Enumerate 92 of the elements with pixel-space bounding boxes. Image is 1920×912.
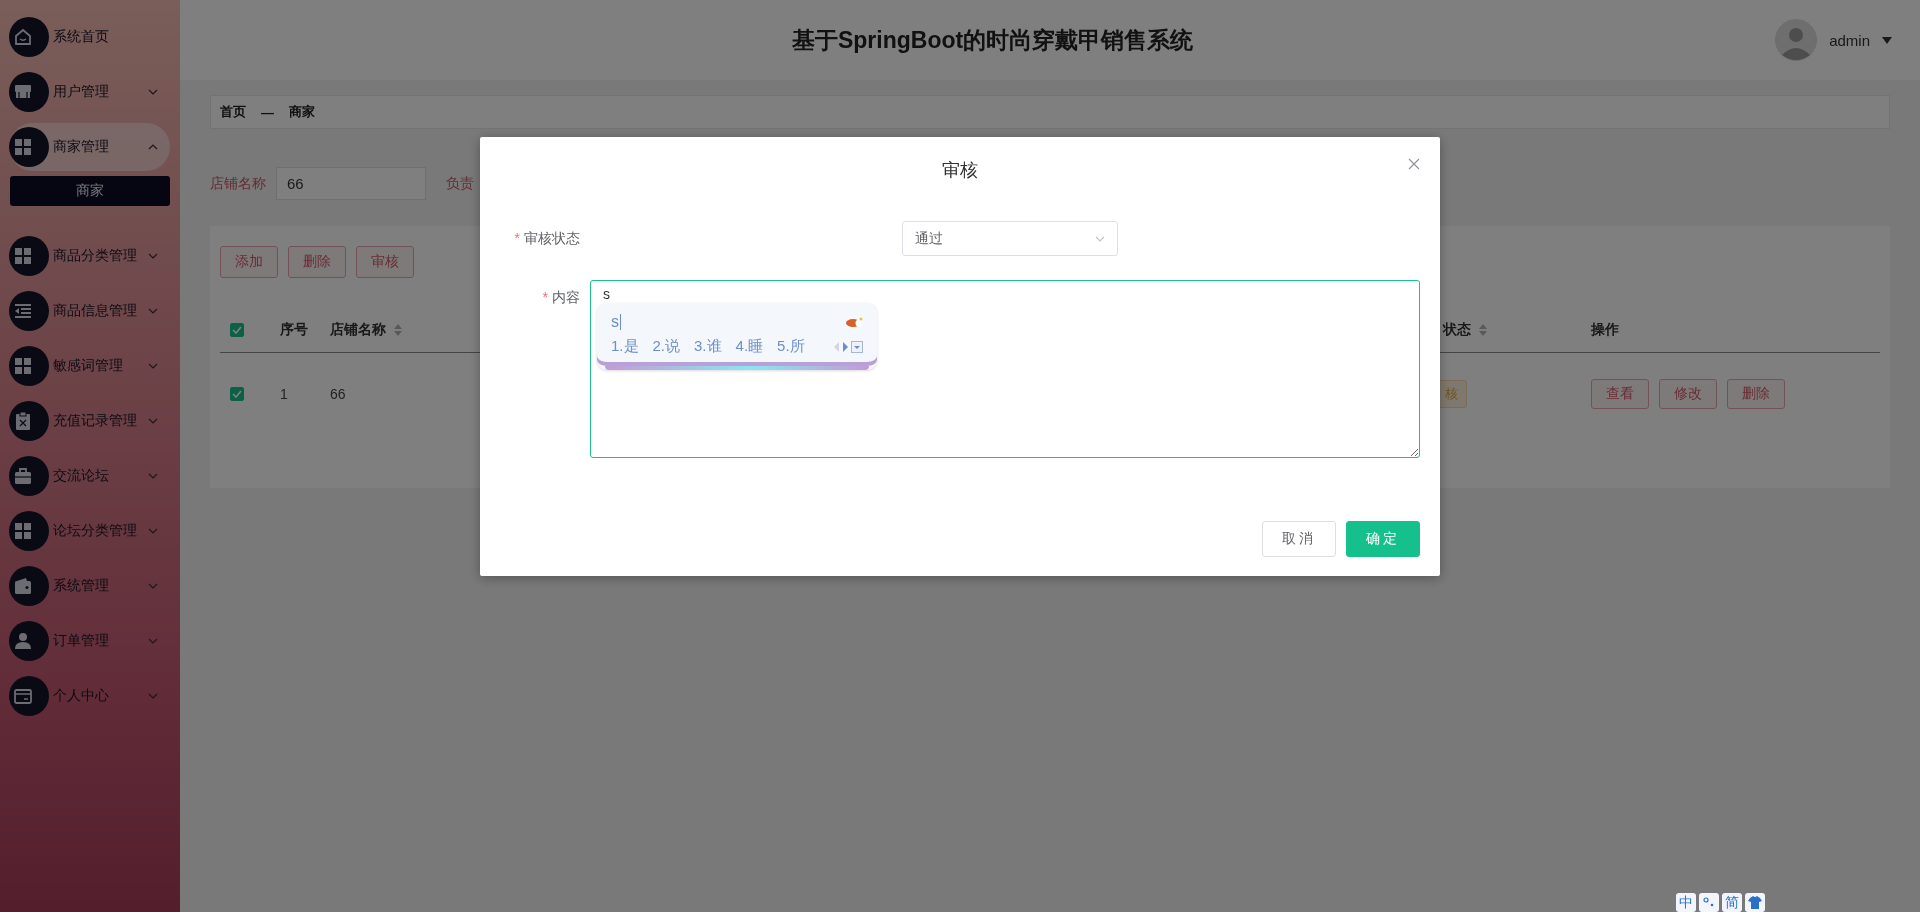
field-label: 审核状态 [524, 230, 580, 246]
menu-label: 系统首页 [53, 28, 110, 46]
required-mark: * [514, 230, 520, 246]
sidebar-item[interactable]: 订单管理 [9, 617, 170, 665]
chevron-down-icon [148, 253, 158, 259]
column-header[interactable]: 状态 [1443, 321, 1471, 339]
checkbox[interactable] [230, 387, 244, 401]
chevron-up-icon [148, 144, 158, 150]
sidebar-item[interactable]: 商品分类管理 [9, 232, 170, 280]
chevron-down-icon [148, 693, 158, 699]
grid-icon [12, 136, 34, 158]
field-label: 店铺名称 [210, 174, 266, 193]
wallet-icon [12, 575, 34, 597]
ime-composition: s [611, 314, 621, 330]
ime-candidate[interactable]: 5.所 [777, 337, 805, 356]
action-button[interactable]: 查看 [1591, 379, 1649, 409]
menu-label: 敏感词管理 [53, 357, 124, 375]
menu-label: 用户管理 [53, 83, 110, 101]
menu-label: 订单管理 [53, 632, 110, 650]
user-icon [12, 630, 34, 652]
avatar-icon [1775, 19, 1818, 61]
column-header[interactable]: 店铺名称 [330, 321, 386, 339]
ime-candidate[interactable]: 1.是 [611, 337, 639, 356]
breadcrumb-item[interactable]: 首页 [220, 103, 246, 121]
ime-candidate[interactable]: 2.说 [652, 337, 681, 356]
menu-label: 论坛分类管理 [53, 522, 138, 540]
menu-label: 商家管理 [53, 138, 110, 156]
confirm-button[interactable]: 确定 [1346, 521, 1420, 557]
menu-label: 系统管理 [53, 577, 110, 595]
caret-down-icon [1882, 36, 1892, 44]
submenu-item[interactable]: 商家 [10, 176, 170, 206]
sidebar-item[interactable]: 系统管理 [9, 562, 170, 610]
cancel-button[interactable]: 取消 [1262, 521, 1336, 557]
breadcrumb-separator: — [261, 104, 274, 120]
chevron-down-icon [148, 418, 158, 424]
grid-icon [12, 245, 34, 267]
ime-candidate[interactable]: 4.睡 [735, 337, 764, 356]
status-select[interactable]: 通过 [902, 221, 1118, 256]
field-label: 内容 [552, 289, 580, 305]
menu-label: 充值记录管理 [53, 412, 138, 430]
menu-label: 商品分类管理 [53, 247, 138, 265]
chevron-down-icon [1095, 235, 1105, 242]
mascot-icon [845, 316, 863, 328]
close-icon[interactable] [1408, 158, 1420, 170]
chevron-down-icon [148, 583, 158, 589]
chevron-down-icon [148, 638, 158, 644]
menu-label: 交流论坛 [53, 467, 110, 485]
action-button[interactable]: 删除 [1727, 379, 1785, 409]
column-header: 序号 [280, 321, 308, 339]
table-cell: 1 [280, 386, 288, 402]
field-label: 负责 [446, 174, 474, 193]
toolbar-button[interactable]: 添加 [220, 246, 278, 278]
page-title: 基于SpringBoot的时尚穿戴甲销售系统 [790, 25, 1195, 55]
sidebar-item[interactable]: 论坛分类管理 [9, 507, 170, 555]
chevron-down-icon [148, 473, 158, 479]
sidebar-item[interactable]: 个人中心 [9, 672, 170, 720]
page-arrows-icon[interactable] [834, 341, 848, 352]
toolbar-button[interactable]: 审核 [356, 246, 414, 278]
chevron-down-icon [148, 89, 158, 95]
shirt-icon[interactable] [1745, 893, 1765, 912]
breadcrumb-item: 商家 [289, 103, 315, 121]
sidebar-item[interactable]: 敏感词管理 [9, 342, 170, 390]
ime-script-toggle[interactable]: 简 [1722, 893, 1742, 912]
checkbox[interactable] [230, 323, 244, 337]
sidebar-item[interactable]: 充值记录管理 [9, 397, 170, 445]
required-mark: * [542, 289, 548, 305]
briefcase-icon [12, 465, 34, 487]
menu-label: 商品信息管理 [53, 302, 138, 320]
sidebar-item[interactable]: 系统首页 [9, 13, 170, 61]
ime-candidate[interactable]: 3.谁 [694, 337, 722, 356]
dropdown-icon[interactable] [851, 340, 863, 353]
chevron-down-icon [148, 528, 158, 534]
sidebar-item[interactable]: 商品信息管理 [9, 287, 170, 335]
menu-label: 个人中心 [53, 687, 110, 705]
column-header: 操作 [1591, 321, 1619, 339]
action-button[interactable]: 修改 [1659, 379, 1717, 409]
punctuation-icon[interactable] [1699, 893, 1719, 912]
sort-icon[interactable] [1479, 324, 1487, 336]
grid-icon [12, 355, 34, 377]
chevron-down-icon [148, 308, 158, 314]
toolbar-button[interactable]: 删除 [288, 246, 346, 278]
sort-icon[interactable] [394, 324, 402, 336]
sidebar-item[interactable]: 交流论坛 [9, 452, 170, 500]
dialog-title: 审核 [942, 159, 978, 182]
user-name[interactable]: admin [1829, 31, 1870, 49]
ime-mode-toggle[interactable]: 中 [1676, 893, 1696, 912]
search-field[interactable]: 66 [276, 167, 426, 200]
table-cell: 66 [330, 386, 346, 402]
sidebar-item[interactable]: 用户管理 [9, 68, 170, 116]
chevron-down-icon [148, 363, 158, 369]
grid-icon [12, 520, 34, 542]
home-icon [12, 26, 34, 48]
